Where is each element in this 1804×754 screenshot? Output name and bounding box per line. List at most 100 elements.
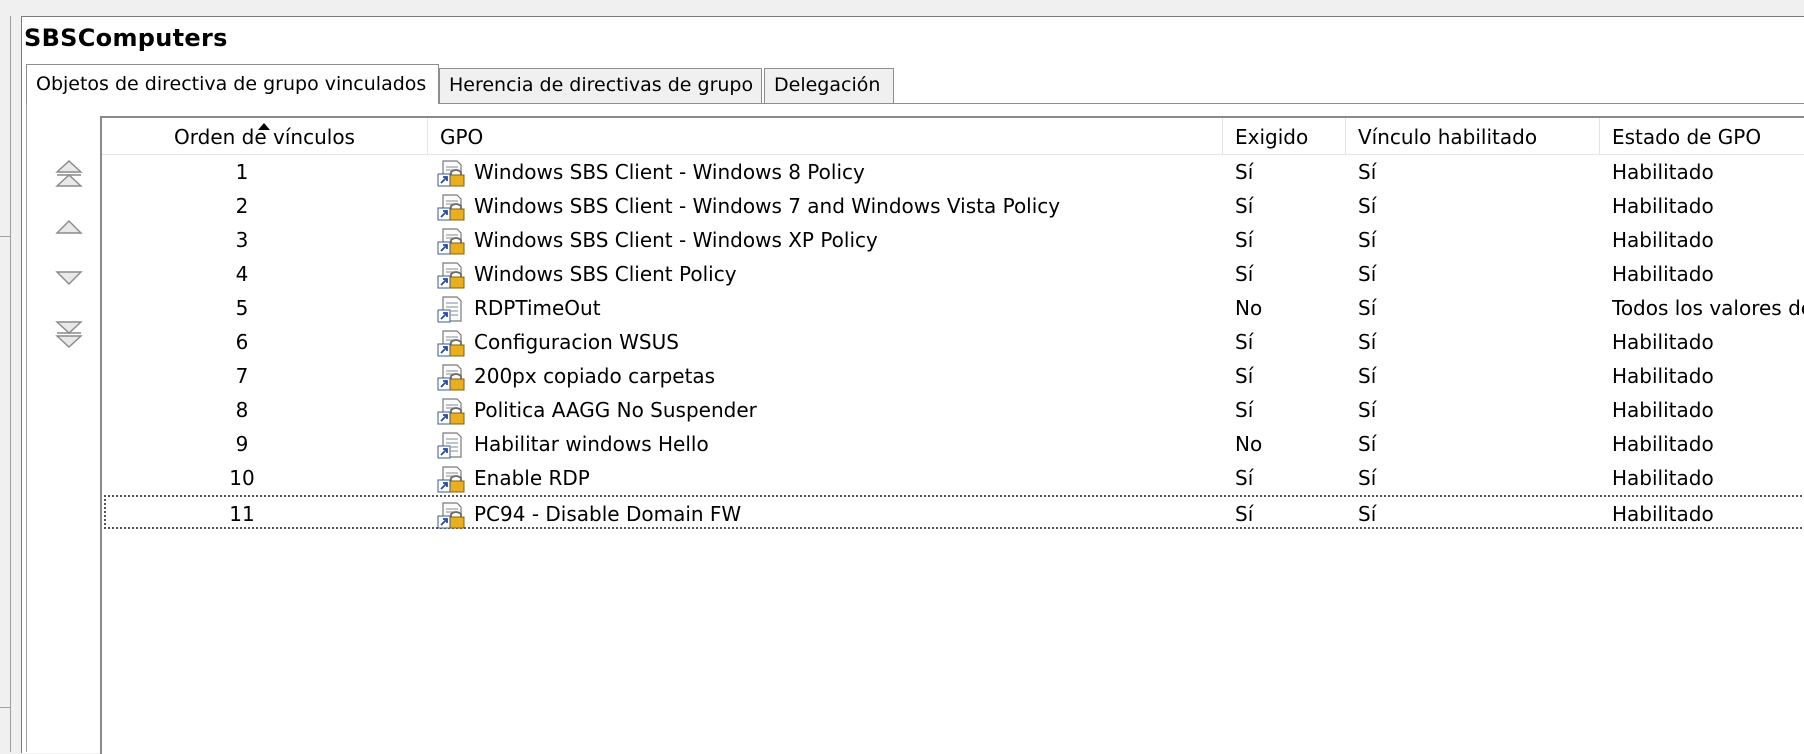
cell-link-order: 8: [235, 398, 249, 422]
cell-link-enabled: Sí: [1358, 502, 1377, 526]
double-chevron-up-icon: [55, 160, 83, 187]
cell-enforced: No: [1235, 432, 1263, 456]
column-header-gpo[interactable]: GPO: [428, 118, 1223, 154]
column-header-link-order[interactable]: Orden de vínculos: [102, 118, 428, 154]
cell-link-order: 3: [235, 228, 249, 252]
cell-link-enabled: Sí: [1358, 262, 1377, 286]
cell-link-enabled: Sí: [1358, 296, 1377, 320]
cell-link-order: 6: [235, 330, 249, 354]
cell-link-enabled: Sí: [1358, 364, 1377, 388]
cell-enforced: Sí: [1235, 330, 1254, 354]
cell-enforced: Sí: [1235, 502, 1254, 526]
cell-gpo-status: Habilitado: [1612, 330, 1714, 354]
cell-link-order: 5: [235, 296, 249, 320]
cell-gpo-name[interactable]: Enable RDP: [474, 461, 1214, 495]
cell-gpo-status: Habilitado: [1612, 262, 1714, 286]
chevron-up-icon: [55, 220, 83, 234]
cell-link-order: 10: [229, 466, 255, 490]
cell-gpo-name[interactable]: RDPTimeOut: [474, 291, 1214, 325]
cell-link-order: 11: [229, 502, 255, 526]
column-header-enforced[interactable]: Exigido: [1223, 118, 1346, 154]
cell-link-enabled: Sí: [1358, 432, 1377, 456]
left-frame: [0, 16, 11, 752]
cell-link-order: 1: [235, 160, 249, 184]
cell-gpo-name[interactable]: Windows SBS Client - Windows 7 and Windo…: [474, 189, 1214, 223]
move-down-button[interactable]: [52, 261, 86, 295]
cell-link-enabled: Sí: [1358, 194, 1377, 218]
cell-link-order: 2: [235, 194, 249, 218]
chevron-down-icon: [55, 271, 83, 285]
enforced-gpo-link-icon: [437, 397, 465, 425]
cell-link-order: 7: [235, 364, 249, 388]
cell-gpo-name[interactable]: Windows SBS Client - Windows XP Policy: [474, 223, 1214, 257]
window-top-strip: [0, 0, 1804, 16]
cell-gpo-name[interactable]: Politica AAGG No Suspender: [474, 393, 1214, 427]
cell-link-enabled: Sí: [1358, 228, 1377, 252]
cell-gpo-name[interactable]: Configuracion WSUS: [474, 325, 1214, 359]
cell-enforced: Sí: [1235, 466, 1254, 490]
column-header-gpo-status[interactable]: Estado de GPO: [1600, 118, 1804, 154]
move-to-bottom-button[interactable]: [52, 318, 86, 352]
gpo-link-icon: [437, 295, 465, 323]
sort-ascending-icon: [258, 123, 270, 130]
left-frame-notch: [0, 236, 10, 708]
enforced-gpo-link-icon: [437, 501, 465, 529]
cell-link-order: 4: [235, 262, 249, 286]
cell-enforced: Sí: [1235, 228, 1254, 252]
cell-enforced: Sí: [1235, 194, 1254, 218]
cell-gpo-name[interactable]: Habilitar windows Hello: [474, 427, 1214, 461]
table-header: Orden de vínculos GPO Exigido Vínculo ha…: [102, 118, 1804, 155]
table-row[interactable]: 7 200px copiado carpetas Sí Sí Habilitado: [104, 359, 1804, 393]
cell-gpo-status: Habilitado: [1612, 432, 1714, 456]
table-row[interactable]: 5 RDPTimeOut No Sí Todos los valores de: [104, 291, 1804, 325]
cell-gpo-status: Habilitado: [1612, 194, 1714, 218]
cell-gpo-status: Habilitado: [1612, 502, 1714, 526]
table-row[interactable]: 9 Habilitar windows Hello No Sí Habilitado: [104, 427, 1804, 461]
cell-enforced: No: [1235, 296, 1263, 320]
cell-gpo-name[interactable]: Windows SBS Client - Windows 8 Policy: [474, 155, 1214, 189]
cell-enforced: Sí: [1235, 398, 1254, 422]
table-row[interactable]: 8 Politica AAGG No Suspender Sí Sí Habilitad…: [104, 393, 1804, 427]
tab-linked-gpos[interactable]: Objetos de directiva de grupo vinculados: [26, 64, 439, 104]
table-row[interactable]: 3 Windows SBS Client - Windows XP Policy S…: [104, 223, 1804, 257]
cell-gpo-name[interactable]: 200px copiado carpetas: [474, 359, 1214, 393]
tab-delegation[interactable]: Delegación: [764, 68, 894, 104]
cell-enforced: Sí: [1235, 160, 1254, 184]
cell-gpo-status: Habilitado: [1612, 466, 1714, 490]
cell-link-enabled: Sí: [1358, 398, 1377, 422]
enforced-gpo-link-icon: [437, 261, 465, 289]
cell-gpo-name[interactable]: Windows SBS Client Policy: [474, 257, 1214, 291]
cell-gpo-status: Habilitado: [1612, 160, 1714, 184]
table-row[interactable]: 10 Enable RDP Sí Sí Habilitado: [104, 461, 1804, 495]
double-chevron-down-icon: [55, 321, 83, 348]
cell-link-enabled: Sí: [1358, 330, 1377, 354]
cell-gpo-name[interactable]: PC94 - Disable Domain FW: [474, 497, 1214, 531]
gpo-link-icon: [437, 431, 465, 459]
enforced-gpo-link-icon: [437, 329, 465, 357]
page-title: SBSComputers: [24, 24, 228, 52]
enforced-gpo-link-icon: [437, 465, 465, 493]
move-up-button[interactable]: [52, 210, 86, 244]
enforced-gpo-link-icon: [437, 363, 465, 391]
cell-gpo-status: Todos los valores de: [1612, 296, 1804, 320]
table-row[interactable]: 2 Windows SBS Client - Windows 7 and Wind…: [104, 189, 1804, 223]
gpo-links-table: Orden de vínculos GPO Exigido Vínculo ha…: [100, 116, 1804, 754]
cell-link-order: 9: [235, 432, 249, 456]
cell-gpo-status: Habilitado: [1612, 398, 1714, 422]
table-row[interactable]: 4 Windows SBS Client Policy Sí Sí Habilitado: [104, 257, 1804, 291]
table-row[interactable]: 11 PC94 - Disable Domain FW Sí Sí Habilitado: [104, 495, 1804, 529]
column-header-link-enabled[interactable]: Vínculo habilitado: [1346, 118, 1600, 154]
enforced-gpo-link-icon: [437, 193, 465, 221]
move-to-top-button[interactable]: [52, 156, 86, 190]
cell-link-enabled: Sí: [1358, 466, 1377, 490]
enforced-gpo-link-icon: [437, 227, 465, 255]
cell-gpo-status: Habilitado: [1612, 364, 1714, 388]
table-row[interactable]: 6 Configuracion WSUS Sí Sí Habilitado: [104, 325, 1804, 359]
tab-gpo-inheritance[interactable]: Herencia de directivas de grupo: [439, 68, 762, 104]
cell-gpo-status: Habilitado: [1612, 228, 1714, 252]
cell-link-enabled: Sí: [1358, 160, 1377, 184]
cell-enforced: Sí: [1235, 262, 1254, 286]
table-row[interactable]: 1 Windows SBS Client - Windows 8 Policy Sí…: [104, 155, 1804, 189]
cell-enforced: Sí: [1235, 364, 1254, 388]
enforced-gpo-link-icon: [437, 159, 465, 187]
